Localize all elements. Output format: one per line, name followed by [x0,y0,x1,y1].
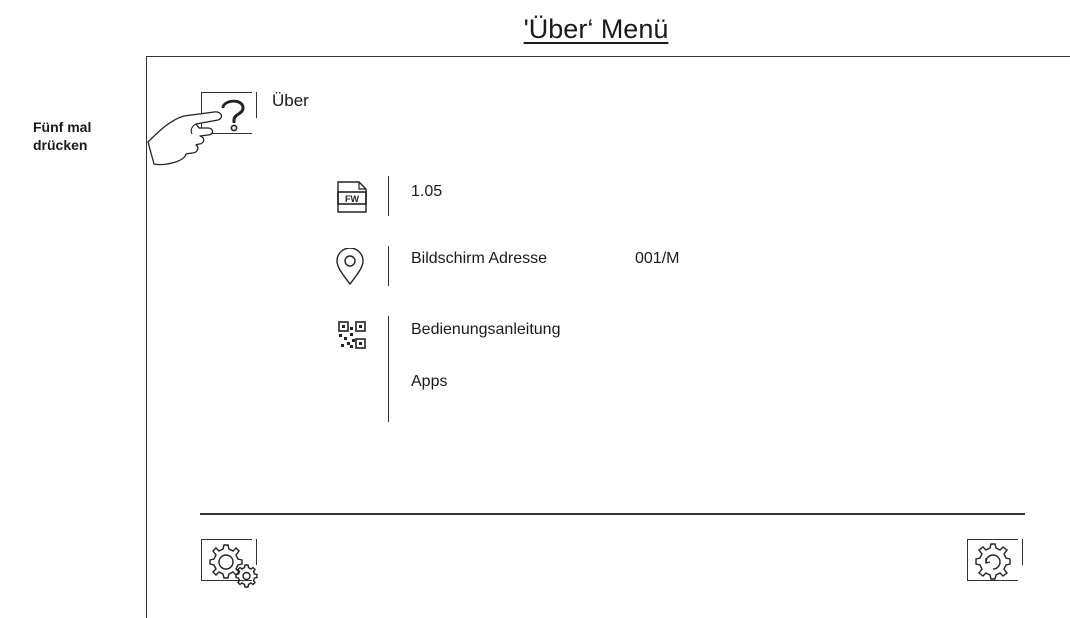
footer-separator [200,513,1025,515]
pressing-hand-icon [147,111,223,166]
qr-code-icon [338,321,366,349]
address-value: 001/M [635,250,680,267]
reset-button[interactable] [967,539,1027,589]
about-label: Über [272,91,309,110]
page-title: 'Über‘ Menü [523,14,669,44]
reset-gear-icon [975,543,1011,580]
apps-link[interactable]: Apps [411,373,447,391]
firmware-version: 1.05 [411,183,443,200]
manual-divider [388,316,389,422]
instruction-note: Fünf mal drücken [33,119,92,153]
address-label: Bildschirm Adresse [411,250,548,267]
settings-button[interactable] [201,539,261,589]
firmware-divider [388,176,389,216]
settings-gears-icon [209,544,258,588]
location-pin-icon [336,248,364,286]
address-divider [388,246,389,286]
manual-link[interactable]: Bedienungsanleitung [411,321,560,339]
svg-text:FW: FW [345,194,359,204]
screen-frame-top [147,56,1070,57]
fw-file-icon: FW [337,181,367,213]
